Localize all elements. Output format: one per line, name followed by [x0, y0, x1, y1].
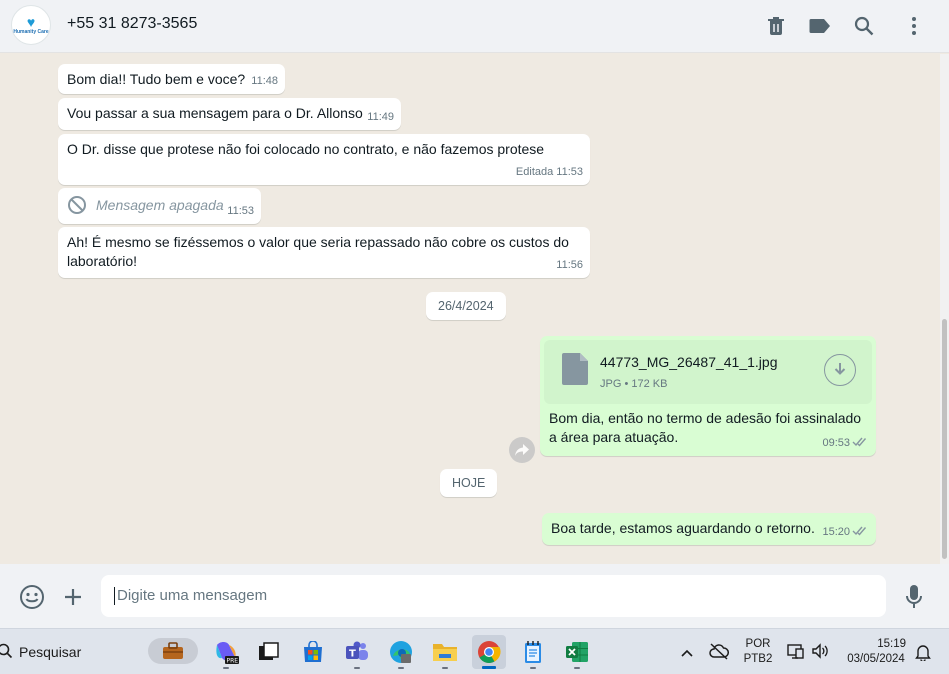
- date-separator: HOJE: [440, 469, 498, 497]
- message-deleted[interactable]: Mensagem apagada 11:53: [58, 188, 261, 224]
- composer: Digite uma mensagem: [0, 564, 949, 628]
- message-outgoing-file[interactable]: 44773_MG_26487_41_1.jpg JPG • 172 KB Bom…: [540, 336, 876, 456]
- message-text: Bom dia!! Tudo bem e voce?: [67, 71, 246, 87]
- microsoft-store-icon[interactable]: [296, 635, 330, 669]
- app-indicator: [574, 667, 580, 669]
- plus-icon[interactable]: [59, 583, 87, 611]
- message-incoming[interactable]: Ah! É mesmo se fizéssemos o valor que se…: [58, 227, 590, 278]
- app-indicator: [482, 666, 496, 669]
- edge-icon[interactable]: [384, 635, 418, 669]
- message-incoming[interactable]: Bom dia!! Tudo bem e voce? 11:48: [58, 64, 285, 94]
- message-time: 15:20: [822, 526, 850, 538]
- excel-icon[interactable]: [560, 635, 594, 669]
- app-indicator: [398, 667, 404, 669]
- app-indicator: [442, 667, 448, 669]
- message-input[interactable]: Digite uma mensagem: [101, 575, 886, 617]
- app-indicator: [530, 667, 536, 669]
- briefcase-widget-icon[interactable]: [148, 638, 198, 664]
- avatar-logo-text: Humanity Care: [13, 29, 49, 35]
- message-outgoing[interactable]: Boa tarde, estamos aguardando o retorno.…: [542, 513, 876, 545]
- contact-name[interactable]: +55 31 8273-3565: [67, 15, 197, 33]
- copilot-pre-icon[interactable]: PRE: [209, 635, 243, 669]
- blocked-icon: [67, 195, 87, 220]
- keyboard-layout: PTB2: [743, 653, 773, 665]
- delete-icon[interactable]: [763, 13, 789, 39]
- message-time: 09:53: [822, 437, 850, 449]
- avatar[interactable]: ♥ Humanity Care: [11, 5, 51, 45]
- date-separator: 26/4/2024: [426, 292, 506, 320]
- text-caret: [114, 587, 115, 605]
- label-icon[interactable]: [807, 13, 833, 39]
- search-icon[interactable]: [851, 13, 877, 39]
- message-text: Vou passar a sua mensagem para o Dr. All…: [67, 105, 363, 121]
- clock-date: 03/05/2024: [847, 653, 905, 665]
- taskbar-search-icon[interactable]: [0, 643, 13, 664]
- taskbar-search-label[interactable]: Pesquisar: [19, 644, 81, 660]
- network-icon[interactable]: [787, 643, 805, 664]
- message-input-placeholder: Digite uma mensagem: [117, 587, 268, 604]
- clock-time: 15:19: [877, 638, 906, 650]
- message-text: Ah! É mesmo se fizéssemos o valor que se…: [67, 234, 569, 269]
- cloud-offline-icon[interactable]: [709, 642, 729, 665]
- message-time: 11:56: [556, 259, 583, 271]
- message-incoming[interactable]: O Dr. disse que protese não foi colocado…: [58, 134, 590, 185]
- file-name: 44773_MG_26487_41_1.jpg: [600, 354, 778, 370]
- message-text: Mensagem apagada: [96, 197, 224, 213]
- scrollbar[interactable]: [940, 54, 949, 564]
- menu-icon[interactable]: [901, 13, 927, 39]
- app-indicator: [223, 667, 229, 669]
- message-time: Editada 11:53: [515, 166, 583, 178]
- chrome-icon[interactable]: [472, 635, 506, 669]
- task-view-icon[interactable]: [252, 635, 286, 669]
- scrollbar-thumb[interactable]: [942, 319, 947, 559]
- download-icon[interactable]: [824, 354, 856, 386]
- clock[interactable]: 15:19 03/05/2024: [840, 637, 912, 667]
- svg-text:PRE: PRE: [227, 658, 239, 665]
- chevron-up-icon[interactable]: [680, 645, 694, 663]
- message-list[interactable]: Bom dia!! Tudo bem e voce? 11:48 Vou pas…: [0, 54, 940, 564]
- forward-icon[interactable]: [509, 437, 535, 463]
- teams-icon[interactable]: T: [340, 635, 374, 669]
- message-text: O Dr. disse que protese não foi colocado…: [67, 141, 545, 157]
- double-check-icon: [852, 433, 868, 452]
- file-explorer-icon[interactable]: [428, 635, 462, 669]
- notification-bell-icon[interactable]: [915, 643, 931, 666]
- message-text: Boa tarde, estamos aguardando o retorno.: [551, 520, 815, 536]
- file-meta: JPG • 172 KB: [600, 378, 668, 390]
- message-incoming[interactable]: Vou passar a sua mensagem para o Dr. All…: [58, 98, 401, 130]
- volume-icon[interactable]: [811, 643, 829, 664]
- notepad-icon[interactable]: [516, 635, 550, 669]
- message-time: 11:48: [251, 75, 278, 87]
- message-time: 11:49: [367, 111, 394, 123]
- emoji-icon[interactable]: [18, 583, 46, 611]
- document-icon: [562, 353, 588, 390]
- app-indicator: [354, 667, 360, 669]
- taskbar: Pesquisar PRE T POR PTB2 15:19 03/05/202…: [0, 628, 949, 674]
- message-caption: Bom dia, então no termo de adesão foi as…: [549, 410, 862, 445]
- microphone-icon[interactable]: [900, 583, 928, 611]
- file-attachment[interactable]: 44773_MG_26487_41_1.jpg JPG • 172 KB: [544, 340, 872, 404]
- logo-heart-icon: ♥: [26, 14, 36, 30]
- double-check-icon: [852, 522, 868, 541]
- svg-text:T: T: [349, 649, 356, 660]
- chat-header: ♥ Humanity Care +55 31 8273-3565: [0, 0, 949, 53]
- message-time: 11:53: [227, 205, 254, 217]
- language-indicator[interactable]: POR PTB2: [742, 637, 774, 667]
- language-code: POR: [745, 638, 771, 650]
